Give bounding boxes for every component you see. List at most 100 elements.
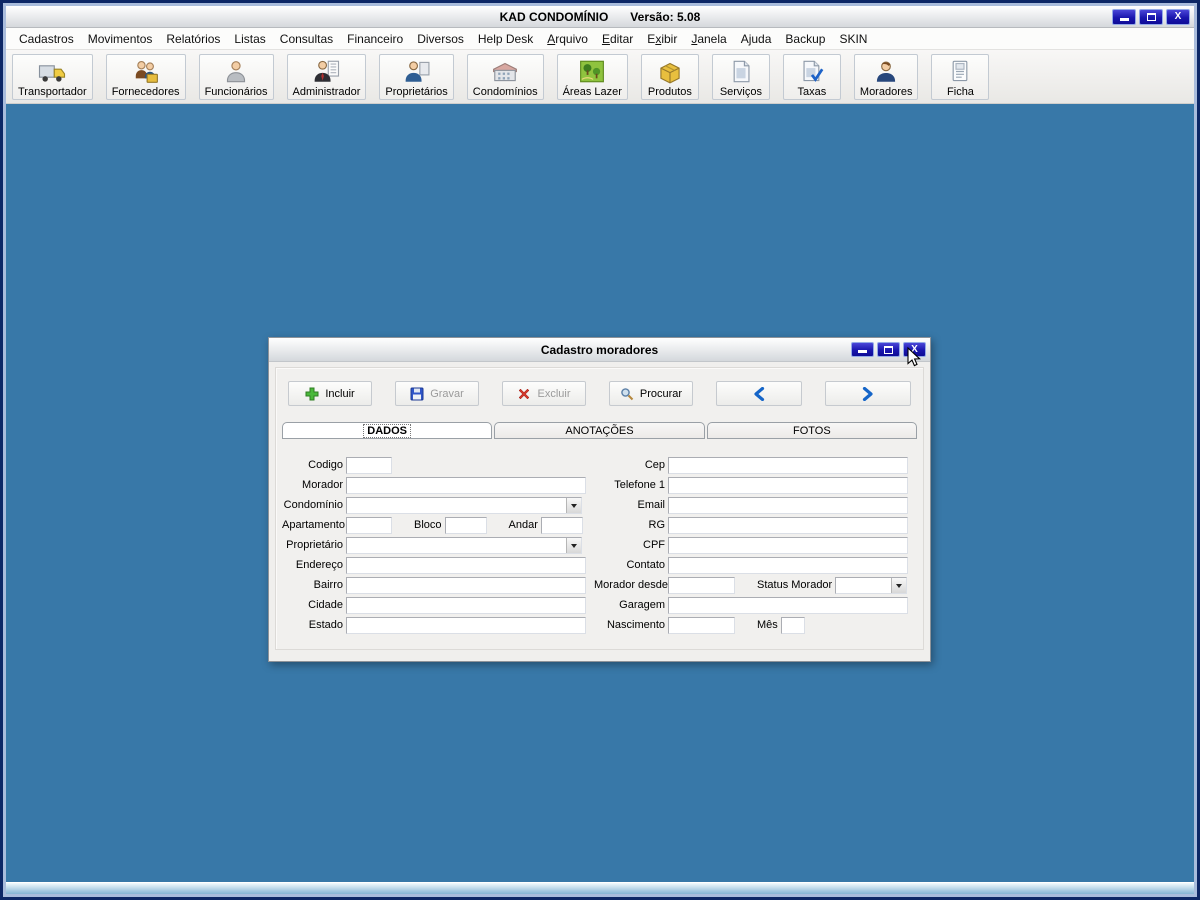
- toolbar-button-condominios[interactable]: Condomínios: [466, 53, 544, 100]
- selected-value: [347, 542, 349, 554]
- toolbar-button-administrador[interactable]: Administrador: [286, 53, 367, 100]
- andar-input[interactable]: [540, 516, 583, 534]
- garagem-input[interactable]: [668, 596, 909, 614]
- search-icon: [620, 387, 634, 401]
- status-morador-select[interactable]: [835, 576, 908, 594]
- menu-item-diversos[interactable]: Diversos: [410, 32, 471, 46]
- dropdown-arrow-icon[interactable]: [566, 537, 581, 553]
- window-minimize-button[interactable]: [1112, 9, 1136, 25]
- menu-item-arquivo[interactable]: Arquivo: [540, 32, 595, 46]
- menu-item-movimentos[interactable]: Movimentos: [81, 32, 160, 46]
- procurar-button[interactable]: Procurar: [609, 381, 693, 406]
- field-label-rg: RG: [648, 519, 666, 531]
- window-maximize-button[interactable]: [1139, 9, 1163, 25]
- resident-icon: [871, 58, 901, 86]
- toolbar-button-label: Funcionários: [204, 85, 268, 98]
- menu-item-listas[interactable]: Listas: [227, 32, 272, 46]
- menu-item-financeiro[interactable]: Financeiro: [340, 32, 410, 46]
- nascimento-input[interactable]: [668, 616, 736, 634]
- app-window-inner: KAD CONDOMÍNIO Versão: 5.08 X Cadastros M…: [3, 3, 1197, 897]
- tab-label: FOTOS: [792, 424, 831, 437]
- menu-item-consultas[interactable]: Consultas: [273, 32, 340, 46]
- toolbar-button-transportador[interactable]: Transportador: [12, 53, 93, 100]
- toolbar-button-produtos[interactable]: Produtos: [640, 53, 699, 100]
- contato-input[interactable]: [668, 556, 909, 574]
- form-row: Estado: [282, 615, 591, 635]
- morador-input[interactable]: [346, 476, 586, 494]
- field-label-estado: Estado: [308, 619, 343, 631]
- app-version: Versão: 5.08: [630, 9, 701, 24]
- toolbar-button-servicos[interactable]: Serviços: [711, 53, 770, 100]
- toolbar-button-moradores[interactable]: Moradores: [853, 53, 919, 100]
- field-label-apartamento: Apartamento: [282, 519, 345, 531]
- dialog-minimize-button[interactable]: [851, 342, 874, 357]
- gravar-button[interactable]: Gravar: [395, 381, 479, 406]
- apartamento-input[interactable]: [346, 516, 392, 534]
- menu-item-backup[interactable]: Backup: [778, 32, 832, 46]
- bairro-input[interactable]: [346, 576, 586, 594]
- endereco-input[interactable]: [346, 556, 586, 574]
- cep-input[interactable]: [668, 456, 909, 474]
- toolbar-button-areas-lazer[interactable]: Áreas Lazer: [556, 53, 628, 100]
- dropdown-arrow-icon[interactable]: [891, 577, 907, 593]
- morador-desde-input[interactable]: [668, 576, 736, 594]
- form-row: Morador: [282, 475, 591, 495]
- codigo-input[interactable]: [346, 456, 392, 474]
- toolbar-button-funcionarios[interactable]: Funcionários: [198, 53, 274, 100]
- menu-item-skin[interactable]: SKIN: [832, 32, 874, 46]
- next-record-button[interactable]: [825, 381, 911, 406]
- menu-item-janela[interactable]: Janela: [684, 32, 733, 46]
- toolbar-button-label: Transportador: [18, 85, 87, 98]
- field-label-cpf: CPF: [643, 539, 666, 551]
- bloco-input[interactable]: [444, 516, 487, 534]
- toolbar-button-label: Taxas: [797, 85, 827, 98]
- menu-item-cadastros[interactable]: Cadastros: [12, 32, 81, 46]
- cidade-input[interactable]: [346, 596, 586, 614]
- toolbar-button-label: Ficha: [947, 85, 974, 98]
- incluir-button[interactable]: Incluir: [288, 381, 372, 406]
- tab-fotos[interactable]: FOTOS: [706, 422, 917, 439]
- menu-item-relatorios[interactable]: Relatórios: [159, 32, 227, 46]
- minimize-icon: [858, 350, 867, 353]
- previous-record-button[interactable]: [716, 381, 802, 406]
- cpf-input[interactable]: [668, 536, 909, 554]
- rg-input[interactable]: [668, 516, 909, 534]
- proprietario-select[interactable]: [346, 536, 582, 554]
- window-close-button[interactable]: X: [1166, 9, 1190, 25]
- dialog-close-button[interactable]: X: [903, 342, 926, 357]
- window-controls: X: [1112, 9, 1190, 25]
- estado-input[interactable]: [346, 616, 586, 634]
- toolbar-button-fornecedores[interactable]: Fornecedores: [105, 53, 186, 100]
- toolbar-button-label: Moradores: [859, 85, 913, 98]
- truck-icon: [37, 58, 67, 86]
- tab-anotacoes[interactable]: ANOTAÇÕES: [494, 422, 705, 439]
- building-icon: [490, 58, 520, 86]
- toolbar-button-taxas[interactable]: Taxas: [782, 53, 841, 100]
- menu-item-editar[interactable]: Editar: [595, 32, 640, 46]
- owner-icon: [402, 58, 432, 86]
- form-left-column: Codigo Morador Condomínio Apartamento Bloco A…: [282, 455, 591, 635]
- condominio-select[interactable]: [346, 496, 582, 514]
- email-input[interactable]: [668, 496, 909, 514]
- menu-item-exibir[interactable]: Exibir: [640, 32, 684, 46]
- dialog-cadastro-moradores: Cadastro moradores X Incluir Gravar Exclui…: [268, 337, 931, 662]
- mes-input[interactable]: [780, 616, 805, 634]
- menu-item-help-desk[interactable]: Help Desk: [471, 32, 540, 46]
- field-label-bloco: Bloco: [414, 519, 442, 531]
- toolbar-button-ficha[interactable]: Ficha: [931, 53, 990, 100]
- telefone-1-input[interactable]: [668, 476, 909, 494]
- form-row: Nascimento Mês: [594, 615, 917, 635]
- toolbar-button-label: Proprietários: [385, 85, 448, 98]
- excluir-button[interactable]: Excluir: [502, 381, 586, 406]
- form-row: RG: [594, 515, 917, 535]
- title-bar: KAD CONDOMÍNIO Versão: 5.08 X: [6, 6, 1194, 28]
- form-row: Telefone 1: [594, 475, 917, 495]
- dropdown-arrow-icon[interactable]: [566, 497, 581, 513]
- tab-dados[interactable]: DADOS: [282, 422, 493, 439]
- dialog-maximize-button[interactable]: [877, 342, 900, 357]
- dialog-action-row: Incluir Gravar Excluir Procurar: [288, 381, 911, 406]
- app-window: KAD CONDOMÍNIO Versão: 5.08 X Cadastros M…: [0, 0, 1200, 900]
- toolbar-button-proprietarios[interactable]: Proprietários: [379, 53, 454, 100]
- menu-item-ajuda[interactable]: Ajuda: [734, 32, 779, 46]
- selected-value: [836, 582, 838, 594]
